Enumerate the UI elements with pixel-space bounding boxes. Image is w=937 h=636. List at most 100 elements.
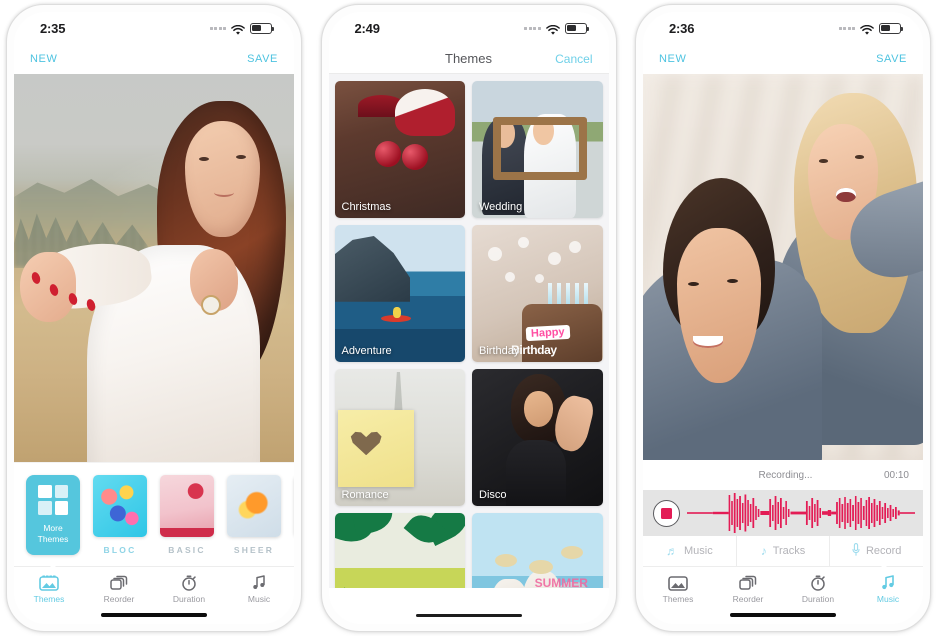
bottom-tab-bar[interactable]: Themes Reorder Duration Music (14, 559, 294, 624)
home-indicator (730, 613, 836, 617)
birthday-overlay-happy: Happy (525, 324, 570, 342)
theme-card-romance[interactable]: Romance (334, 369, 465, 506)
theme-card-disco[interactable]: Disco (472, 369, 603, 506)
single-note-icon: ♪ (760, 544, 767, 558)
photo-woman-eye-right (855, 155, 865, 159)
editor-navbar: NEW SAVE (643, 44, 923, 74)
theme-card-summer[interactable]: SUMMER (472, 513, 603, 588)
phone-music-screen: 2:36 NEW SAVE Recording... 00:10 ♬ Music… (643, 12, 923, 624)
tab-themes[interactable]: Themes (14, 574, 84, 604)
disco-face (524, 390, 553, 427)
new-button[interactable]: NEW (30, 53, 57, 65)
tab-label: Reorder (103, 594, 135, 604)
theme-card-birthday[interactable]: Happy Birthday Birthday (472, 225, 603, 362)
bauble (374, 141, 401, 168)
active-tab-caret (875, 559, 893, 568)
theme-item-basic[interactable]: BASIC (160, 474, 214, 555)
battery-icon (564, 22, 589, 34)
theme-card-tropical[interactable] (334, 513, 465, 588)
theme-card-adventure[interactable]: Adventure (334, 225, 465, 362)
audio-waveform[interactable] (687, 492, 915, 534)
music-preview-photo[interactable] (643, 74, 923, 460)
stop-record-button[interactable] (653, 499, 680, 527)
bokeh-dot (568, 241, 581, 254)
sun-hat (560, 545, 583, 559)
phone-music: 2:36 NEW SAVE Recording... 00:10 ♬ Music… (635, 4, 931, 632)
bokeh-dot (504, 271, 515, 282)
disco-body (505, 440, 566, 506)
save-button[interactable]: SAVE (247, 53, 278, 65)
new-button[interactable]: NEW (659, 53, 686, 65)
waveform-row[interactable] (643, 490, 923, 536)
summer-overlay-text: SUMMER (534, 576, 588, 588)
recording-info-row: Recording... 00:10 (643, 460, 923, 490)
theme-card-label: Christmas (341, 201, 392, 213)
photo-woman-mouth (835, 187, 856, 202)
tab-music[interactable]: Music (853, 574, 923, 604)
tab-label: Themes (33, 594, 65, 604)
theme-item-bloc[interactable]: BLOC (93, 474, 147, 555)
bauble (402, 144, 429, 171)
status-time: 2:49 (354, 20, 380, 36)
tab-label: Reorder (732, 594, 764, 604)
wooden-frame (492, 116, 587, 180)
bokeh-dot (517, 237, 529, 249)
tab-label: Music (876, 594, 900, 604)
tab-duration[interactable]: Duration (154, 574, 224, 604)
cliff-shape (334, 235, 411, 302)
status-bar: 2:49 (328, 12, 609, 44)
paddler-shape (393, 307, 402, 319)
editor-preview-photo[interactable] (14, 74, 294, 462)
more-themes-button[interactable]: More Themes (26, 474, 80, 555)
sun-hat (495, 554, 518, 568)
signal-dots-icon (209, 26, 226, 30)
home-indicator (415, 613, 522, 617)
more-themes-label: More Themes (38, 523, 69, 544)
yellow-card (338, 410, 415, 487)
tab-label: Music (247, 594, 271, 604)
battery-icon (250, 22, 275, 34)
bottom-tab-bar[interactable]: Themes Reorder Duration Music (643, 559, 923, 624)
phone-themes-screen: 2:49 Themes Cancel Christmas Wedding Adv… (328, 12, 609, 624)
leaf-shape (350, 513, 396, 536)
battery-icon (879, 22, 904, 34)
photo-icon (668, 576, 688, 591)
segment-tracks[interactable]: ♪ Tracks (737, 536, 831, 566)
tab-duration[interactable]: Duration (783, 574, 853, 604)
save-button[interactable]: SAVE (876, 53, 907, 65)
home-indicator (101, 613, 207, 617)
themes-navbar: Themes Cancel (328, 44, 609, 74)
theme-label: BLOC (103, 544, 137, 555)
music-note-icon (882, 575, 894, 590)
themes-grid[interactable]: Christmas Wedding Adventure Happy Birthd… (328, 74, 609, 588)
tab-reorder[interactable]: Reorder (713, 574, 783, 604)
theme-label: SHEER (233, 544, 275, 555)
sun-hat (529, 559, 554, 574)
theme-thumbnail (160, 474, 214, 537)
theme-card-wedding[interactable]: Wedding (472, 81, 603, 218)
editor-navbar: NEW SAVE (14, 44, 294, 74)
theme-selector-strip[interactable]: More Themes BLOC BASIC SHEER (14, 462, 294, 566)
tab-reorder[interactable]: Reorder (84, 574, 154, 604)
active-tab-caret (44, 559, 62, 568)
phone-editor-screen: 2:35 NEW SAVE More Themes BLOC BASIC SHE… (14, 12, 294, 624)
grid-icon (38, 484, 68, 515)
bokeh-dot (547, 252, 561, 266)
theme-card-label: Adventure (341, 345, 392, 357)
theme-card-label: Disco (479, 489, 507, 501)
status-bar: 2:36 (643, 12, 923, 44)
recording-status-text: Recording... (758, 469, 813, 481)
wifi-icon (860, 23, 874, 35)
signal-dots-icon (524, 26, 541, 30)
cancel-button[interactable]: Cancel (555, 52, 592, 66)
theme-label: BASIC (168, 544, 206, 555)
tab-music[interactable]: Music (224, 574, 294, 604)
segment-music[interactable]: ♬ Music (643, 536, 737, 566)
wifi-icon (231, 23, 245, 35)
theme-card-christmas[interactable]: Christmas (334, 81, 465, 218)
wifi-icon (545, 23, 560, 35)
theme-item-sheer[interactable]: SHEER (227, 474, 281, 555)
santa-hat (394, 89, 455, 136)
tab-themes[interactable]: Themes (643, 574, 713, 604)
more-themes-line2: Themes (37, 533, 69, 544)
